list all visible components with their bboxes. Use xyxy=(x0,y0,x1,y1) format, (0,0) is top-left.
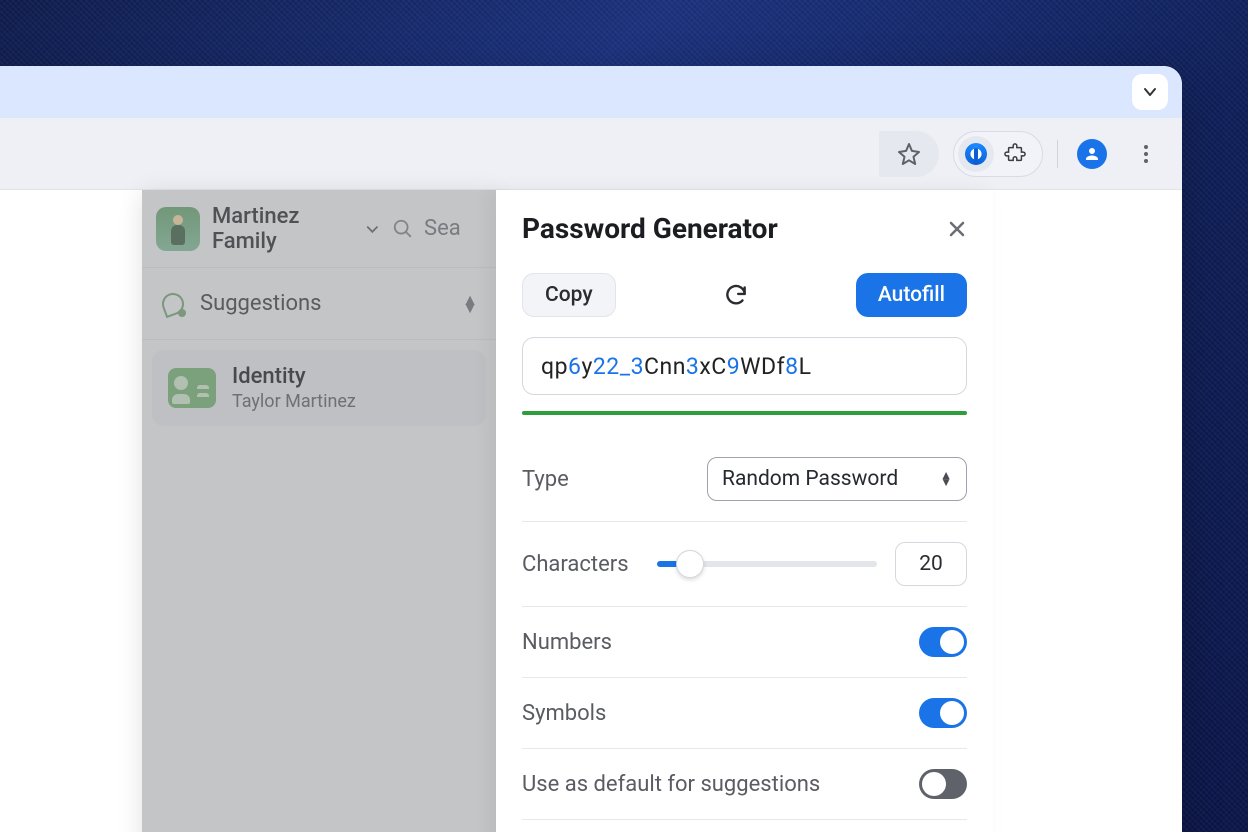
symbols-toggle[interactable] xyxy=(919,698,967,728)
item-title: Identity xyxy=(232,364,356,389)
password-generator-panel: Password Generator Copy Autofill qp6y22_… xyxy=(496,190,993,832)
avatar-icon xyxy=(1077,139,1107,169)
characters-label: Characters xyxy=(522,552,629,577)
vault-avatar-icon xyxy=(156,207,200,251)
refresh-icon xyxy=(723,282,749,308)
regenerate-button[interactable] xyxy=(723,282,749,308)
default-suggestions-toggle[interactable] xyxy=(919,769,967,799)
page-content: Martinez Family Sea Suggestions ▲▼ xyxy=(0,190,1182,832)
browser-menu-button[interactable] xyxy=(1126,134,1166,174)
identity-icon xyxy=(168,368,216,408)
suggestions-icon xyxy=(160,291,186,317)
vault-header: Martinez Family Sea xyxy=(142,190,496,268)
browser-window: Martinez Family Sea Suggestions ▲▼ xyxy=(0,66,1182,832)
suggestions-section[interactable]: Suggestions ▲▼ xyxy=(142,268,496,340)
search-icon xyxy=(392,218,414,240)
puzzle-icon xyxy=(1004,143,1026,165)
panel-title: Password Generator xyxy=(522,212,778,245)
autofill-button[interactable]: Autofill xyxy=(856,273,967,317)
password-strength-bar xyxy=(522,411,967,415)
default-suggestions-label: Use as default for suggestions xyxy=(522,772,820,797)
characters-slider[interactable] xyxy=(657,561,877,567)
type-value: Random Password xyxy=(722,467,898,491)
close-icon xyxy=(947,219,967,239)
onepassword-popup: Martinez Family Sea Suggestions ▲▼ xyxy=(142,190,496,832)
tab-strip xyxy=(0,66,1182,118)
vault-name: Martinez Family xyxy=(212,204,357,254)
extensions-pill xyxy=(953,131,1043,177)
tab-search-button[interactable] xyxy=(1132,74,1168,110)
extensions-button[interactable] xyxy=(998,137,1032,171)
toolbar-separator xyxy=(1057,140,1058,168)
onepassword-icon xyxy=(965,143,987,165)
copy-button[interactable]: Copy xyxy=(522,273,616,317)
bookmark-button[interactable] xyxy=(879,131,939,177)
characters-input[interactable]: 20 xyxy=(895,542,967,586)
close-button[interactable] xyxy=(947,219,967,239)
chevron-down-icon xyxy=(365,221,380,237)
onepassword-extension-button[interactable] xyxy=(958,136,994,172)
numbers-label: Numbers xyxy=(522,630,612,655)
star-icon xyxy=(897,142,921,166)
chevron-down-icon xyxy=(1142,84,1158,100)
sort-stepper-icon: ▲▼ xyxy=(462,296,478,312)
slider-thumb[interactable] xyxy=(676,550,704,578)
search-placeholder: Sea xyxy=(424,216,461,241)
suggestions-label: Suggestions xyxy=(200,291,322,316)
profile-button[interactable] xyxy=(1072,134,1112,174)
kebab-icon xyxy=(1136,144,1156,164)
browser-toolbar xyxy=(0,118,1182,190)
generated-password-field[interactable]: qp6y22_3Cnn3xC9WDf8L xyxy=(522,337,967,395)
history-row[interactable]: Password Generator History xyxy=(522,819,967,832)
type-select[interactable]: Random Password ▲▼ xyxy=(707,457,967,501)
stepper-icon: ▲▼ xyxy=(940,472,952,486)
numbers-toggle[interactable] xyxy=(919,627,967,657)
type-label: Type xyxy=(522,467,569,492)
search-input[interactable]: Sea xyxy=(392,216,482,241)
item-subtitle: Taylor Martinez xyxy=(232,391,356,412)
vault-selector[interactable]: Martinez Family xyxy=(212,204,380,254)
identity-item[interactable]: Identity Taylor Martinez xyxy=(152,350,486,426)
symbols-label: Symbols xyxy=(522,701,606,726)
